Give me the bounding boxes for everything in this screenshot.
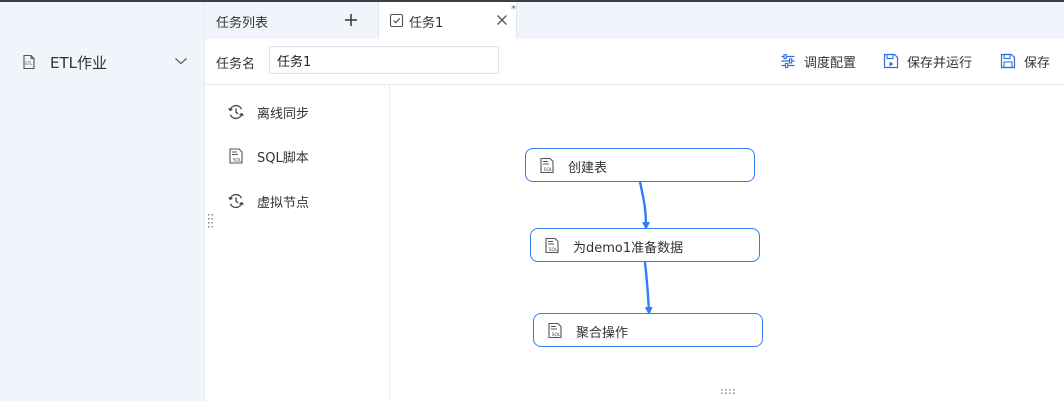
toolbar: 任务名 调度配置 保存并运行 保存 — [205, 39, 1064, 85]
horizontal-resize-handle[interactable] — [721, 389, 735, 395]
tab-task-1[interactable]: 任务1 * — [378, 2, 517, 39]
palette-item-label: 虚拟节点 — [257, 195, 310, 211]
save-label: 保存 — [1024, 55, 1051, 71]
schedule-config-button[interactable]: 调度配置 — [780, 51, 856, 71]
sidebar-item-label: ETL作业 — [50, 54, 107, 72]
floppy-disk-icon — [1000, 53, 1016, 69]
save-run-icon — [883, 53, 899, 69]
sidebar-item-etl-jobs[interactable]: ETL ETL作业 — [0, 46, 204, 78]
task-name-input[interactable] — [269, 46, 499, 74]
sql-script-icon: SQL — [545, 237, 559, 254]
chevron-down-icon[interactable] — [174, 56, 188, 66]
schedule-config-label: 调度配置 — [804, 55, 857, 71]
task-name-label: 任务名 — [216, 57, 256, 72]
tab-label: 任务列表 — [216, 16, 269, 31]
sync-icon — [228, 104, 244, 120]
workflow-node-prepare-data[interactable]: SQL 为demo1准备数据 — [530, 228, 760, 262]
palette-item-virtual-node[interactable]: 虚拟节点 — [227, 189, 309, 213]
palette-item-label: 离线同步 — [257, 106, 310, 122]
edge-2-to-3 — [643, 261, 653, 315]
sliders-icon — [781, 53, 795, 69]
node-palette: 离线同步 SQL SQL脚本 虚拟节点 — [205, 85, 390, 401]
virtual-node-icon — [228, 193, 244, 209]
etl-file-icon: ETL — [23, 54, 35, 70]
svg-text:SQL: SQL — [544, 167, 553, 173]
edge-1-to-2 — [638, 181, 650, 230]
svg-text:SQL: SQL — [552, 332, 561, 338]
svg-text:SQL: SQL — [233, 158, 242, 164]
node-label: 聚合操作 — [576, 326, 629, 341]
tab-task-list[interactable]: 任务列表 — [205, 2, 378, 39]
node-label: 创建表 — [568, 161, 608, 176]
workflow-node-create-table[interactable]: SQL 创建表 — [525, 148, 755, 182]
plus-icon[interactable] — [343, 12, 359, 28]
sql-script-icon: SQL — [548, 322, 562, 339]
sql-script-icon: SQL — [540, 157, 554, 174]
sidebar: ETL ETL作业 — [0, 2, 205, 401]
checkbox-doc-icon — [389, 13, 404, 28]
palette-item-label: SQL脚本 — [257, 150, 309, 166]
svg-text:SQL: SQL — [549, 247, 558, 253]
node-label: 为demo1准备数据 — [573, 241, 684, 256]
sql-script-icon: SQL — [229, 148, 243, 164]
save-and-run-label: 保存并运行 — [907, 55, 973, 71]
tab-bar: 任务列表 任务1 * — [205, 2, 1064, 39]
tab-label: 任务1 — [409, 16, 444, 31]
save-button[interactable]: 保存 — [1000, 51, 1050, 71]
close-icon[interactable] — [496, 14, 508, 26]
palette-item-sql-script[interactable]: SQL SQL脚本 — [227, 144, 309, 168]
workflow-node-aggregate[interactable]: SQL 聚合操作 — [533, 313, 763, 347]
palette-item-offline-sync[interactable]: 离线同步 — [227, 100, 309, 124]
save-and-run-button[interactable]: 保存并运行 — [883, 51, 972, 71]
svg-text:ETL: ETL — [25, 61, 33, 66]
workflow-canvas[interactable]: SQL 创建表 SQL 为demo1准备数据 SQL 聚合操作 — [390, 85, 1064, 401]
vertical-resize-handle[interactable] — [208, 213, 214, 229]
unsaved-indicator: * — [511, 4, 516, 15]
